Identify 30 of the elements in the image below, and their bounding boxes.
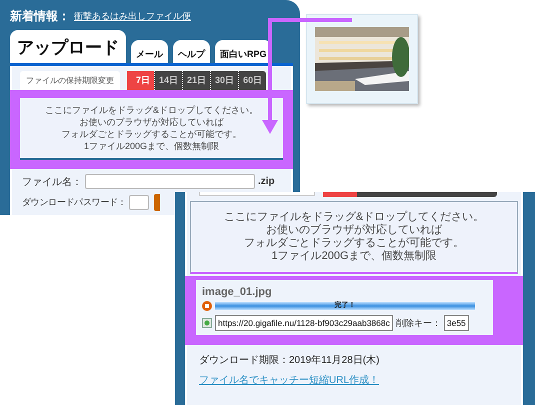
drop-zone-text: ここにファイルをドラッグ&ドロップしてください。 — [44, 104, 259, 116]
delete-key-field[interactable]: 3e55 — [444, 315, 469, 331]
drop-zone-text: ここにファイルをドラッグ&ドロップしてください。 — [222, 211, 486, 224]
retention-label: ファイルの保持期限変更 — [20, 71, 120, 90]
drop-zone[interactable]: ここにファイルをドラッグ&ドロップしてください。 お使いのブラウザが対応していれば フォルダごとドラッグすることが可能です。 1ファイル200Gまで、個数無制限 — [20, 98, 283, 160]
url-field[interactable]: https://20.gigafile.nu/1128-bf903c29aab3868c — [215, 315, 393, 331]
drop-zone[interactable]: ここにファイルをドラッグ&ドロップしてください。 お使いのブラウザが対応していれば フォルダごとドラッグすることが可能です。 1ファイル200Gまで、個数無制限 — [190, 201, 518, 274]
link-icon[interactable] — [202, 318, 212, 328]
tab[interactable]: アップロード — [10, 30, 126, 63]
expiry-date: ダウンロード期限：2019年11月28日(木) — [198, 354, 380, 367]
news-label: 新着情報： — [10, 8, 70, 25]
news-link[interactable]: 衝撃あるはみ出しファイル便 — [74, 10, 191, 23]
drop-zone-text: お使いのブラウザが対応していれば — [78, 116, 224, 128]
password-field[interactable] — [129, 195, 150, 210]
drop-zone-text: お使いのブラウザが対応していれば — [265, 224, 444, 237]
drop-zone-text: 1ファイル200Gまで、個数無制限 — [82, 140, 220, 152]
zip-suffix: .zip — [258, 176, 275, 187]
drop-zone-text: フォルダごとドラッグすることが可能です。 — [243, 237, 465, 250]
file-name-label: ファイル名： — [22, 176, 82, 188]
set-button[interactable] — [154, 194, 160, 211]
tab[interactable]: ヘルプ — [173, 40, 210, 63]
drop-zone-text: 1ファイル200Gまで、個数無制限 — [270, 250, 438, 263]
delete-key-label: 削除キー： — [396, 316, 441, 330]
stop-icon[interactable] — [202, 301, 212, 311]
retention-option[interactable]: 7日 — [127, 71, 154, 90]
password-label: ダウンロードパスワード： — [22, 196, 126, 209]
drop-zone-text: フォルダごとドラッグすることが可能です。 — [60, 128, 242, 140]
file-name: image_01.jpg — [202, 286, 273, 298]
tab[interactable]: メール — [131, 40, 168, 63]
file-name-field[interactable] — [85, 174, 255, 189]
